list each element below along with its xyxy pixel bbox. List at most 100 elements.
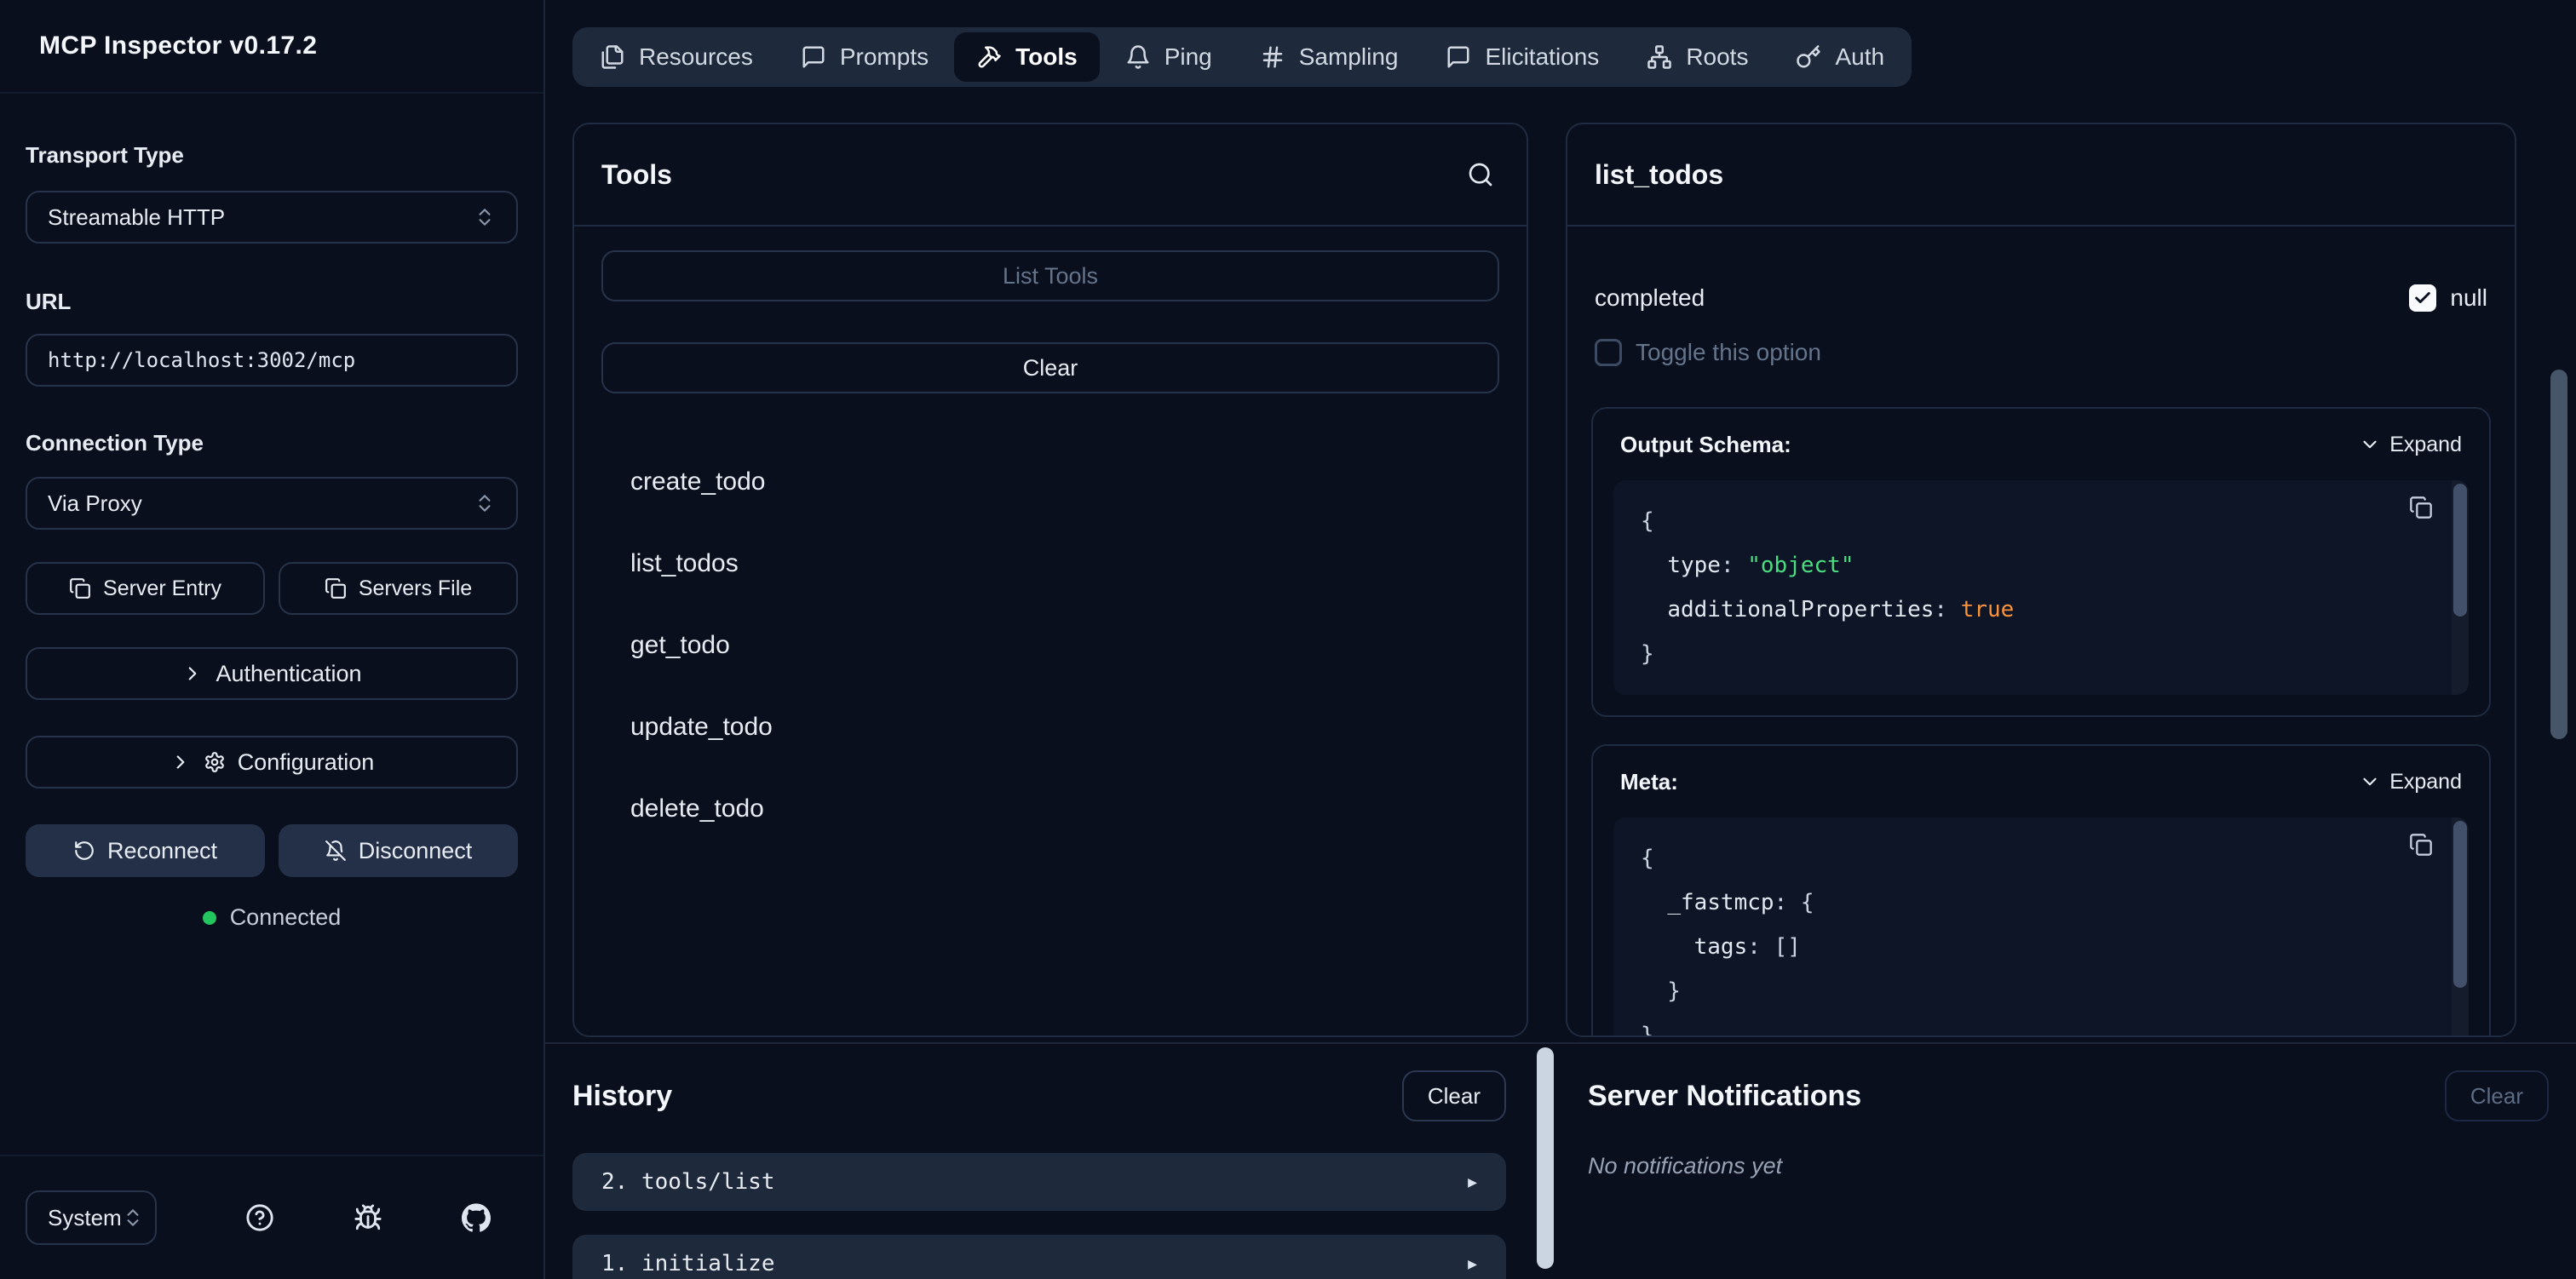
sidebar: MCP Inspector v0.17.2 Transport Type Str… xyxy=(0,0,545,1279)
configuration-button[interactable]: Configuration xyxy=(26,736,518,789)
connection-type-label: Connection Type xyxy=(26,429,518,456)
tool-detail-header: list_todos xyxy=(1567,124,2515,227)
code-scrollbar[interactable] xyxy=(2452,480,2469,695)
chevrons-up-down-icon xyxy=(122,1207,144,1229)
page-scrollbar[interactable] xyxy=(2550,0,2567,1279)
status-label: Connected xyxy=(230,904,342,931)
files-icon xyxy=(600,44,625,70)
transport-type-select[interactable]: Streamable HTTP xyxy=(26,191,518,244)
tab-sampling[interactable]: Sampling xyxy=(1238,32,1421,82)
chevron-right-icon xyxy=(181,662,204,685)
notifications-empty-text: No notifications yet xyxy=(1588,1153,1782,1179)
history-item-tools-list[interactable]: 2. tools/list ▶ xyxy=(572,1153,1506,1211)
hash-icon xyxy=(1260,44,1285,70)
tab-bar: Resources Prompts Tools Ping Sampling El… xyxy=(572,27,1912,87)
tool-item-update-todo[interactable]: update_todo xyxy=(601,697,1499,758)
clear-tools-button[interactable]: Clear xyxy=(601,342,1499,393)
page-scrollbar-thumb[interactable] xyxy=(2550,370,2567,739)
message-square-icon xyxy=(1446,44,1471,70)
notifications-title: Server Notifications xyxy=(1588,1080,1861,1113)
tab-label: Prompts xyxy=(840,43,929,71)
tools-panel-header: Tools xyxy=(574,124,1527,227)
tab-tools[interactable]: Tools xyxy=(954,32,1100,82)
reconnect-button[interactable]: Reconnect xyxy=(26,824,265,877)
configuration-label: Configuration xyxy=(238,749,375,776)
authentication-label: Authentication xyxy=(216,661,361,687)
key-icon xyxy=(1796,44,1821,70)
tab-roots[interactable]: Roots xyxy=(1624,32,1770,82)
disconnect-label: Disconnect xyxy=(359,838,473,864)
bell-off-icon xyxy=(325,840,347,862)
history-scrollbar-thumb[interactable] xyxy=(1537,1047,1554,1269)
search-button[interactable] xyxy=(1467,161,1494,188)
bug-report-button[interactable] xyxy=(354,1203,382,1232)
toggle-option-checkbox[interactable] xyxy=(1595,339,1622,366)
server-entry-button[interactable]: Server Entry xyxy=(26,562,265,615)
code-scrollbar[interactable] xyxy=(2452,817,2469,1037)
expand-label: Expand xyxy=(2389,770,2462,794)
meta-code-block: { _fastmcp: { tags: [] }} xyxy=(1613,817,2469,1037)
tool-detail-panel: list_todos completed null Toggle this op… xyxy=(1566,123,2516,1037)
tab-prompts[interactable]: Prompts xyxy=(779,32,951,82)
tool-item-delete-todo[interactable]: delete_todo xyxy=(601,778,1499,840)
null-checkbox[interactable] xyxy=(2409,284,2436,312)
history-scrollbar[interactable] xyxy=(1537,1047,1554,1277)
entry-buttons-row: Server Entry Servers File xyxy=(26,562,518,615)
tab-resources[interactable]: Resources xyxy=(578,32,775,82)
github-button[interactable] xyxy=(462,1203,491,1232)
copy-icon xyxy=(2409,496,2433,519)
history-item-initialize[interactable]: 1. initialize ▶ xyxy=(572,1235,1506,1279)
history-item-label: 2. tools/list xyxy=(601,1169,775,1195)
copy-icon xyxy=(2409,833,2433,857)
code-scrollbar-thumb[interactable] xyxy=(2453,821,2467,988)
history-clear-button[interactable]: Clear xyxy=(1402,1070,1506,1121)
meta-expand-toggle[interactable]: Expand xyxy=(2359,770,2462,794)
tab-auth[interactable]: Auth xyxy=(1774,32,1906,82)
output-schema-expand-toggle[interactable]: Expand xyxy=(2359,433,2462,457)
connection-type-select[interactable]: Via Proxy xyxy=(26,477,518,530)
network-icon xyxy=(1647,44,1672,70)
copy-button[interactable] xyxy=(2409,496,2433,525)
footer-icons xyxy=(245,1203,491,1232)
tools-panel: Tools List Tools Clear create_todo list_… xyxy=(572,123,1528,1037)
code-scrollbar-thumb[interactable] xyxy=(2453,484,2467,617)
mcp-inspector-app: MCP Inspector v0.17.2 Transport Type Str… xyxy=(0,0,2576,1279)
tool-detail-body: completed null Toggle this option Output… xyxy=(1567,281,2515,1037)
tools-panel-title: Tools xyxy=(601,159,672,191)
sidebar-footer: System xyxy=(0,1155,543,1279)
app-title: MCP Inspector v0.17.2 xyxy=(39,32,317,60)
tool-detail-title: list_todos xyxy=(1595,159,1723,191)
url-label: URL xyxy=(26,288,518,315)
output-schema-section: Output Schema: Expand { type: "object" a… xyxy=(1591,407,2491,717)
output-schema-code: { type: "object" additionalProperties: t… xyxy=(1613,480,2469,695)
bottom-region: History Clear 2. tools/list ▶ 1. initial… xyxy=(545,1042,2576,1279)
list-tools-button[interactable]: List Tools xyxy=(601,250,1499,301)
servers-file-button[interactable]: Servers File xyxy=(279,562,518,615)
tool-list: create_todo list_todos get_todo update_t… xyxy=(601,451,1499,840)
notifications-clear-button[interactable]: Clear xyxy=(2445,1070,2549,1121)
help-button[interactable] xyxy=(245,1203,274,1232)
copy-icon xyxy=(69,577,91,599)
notifications-header: Server Notifications Clear xyxy=(1588,1070,2549,1122)
tab-elicitations[interactable]: Elicitations xyxy=(1423,32,1621,82)
tool-item-create-todo[interactable]: create_todo xyxy=(601,451,1499,513)
transport-type-value: Streamable HTTP xyxy=(48,204,225,231)
tab-ping[interactable]: Ping xyxy=(1103,32,1234,82)
tab-label: Ping xyxy=(1164,43,1212,71)
output-schema-title: Output Schema: xyxy=(1620,432,1791,458)
history-title: History xyxy=(572,1080,672,1113)
tool-item-list-todos[interactable]: list_todos xyxy=(601,533,1499,594)
disconnect-button[interactable]: Disconnect xyxy=(279,824,518,877)
null-control: null xyxy=(2409,284,2487,312)
url-input[interactable] xyxy=(26,334,518,387)
status-dot xyxy=(203,911,216,925)
history-panel: History Clear 2. tools/list ▶ 1. initial… xyxy=(572,1044,1506,1279)
history-item-label: 1. initialize xyxy=(601,1251,775,1276)
tool-item-get-todo[interactable]: get_todo xyxy=(601,615,1499,676)
copy-button[interactable] xyxy=(2409,833,2433,863)
connection-type-value: Via Proxy xyxy=(48,490,142,517)
authentication-button[interactable]: Authentication xyxy=(26,647,518,700)
theme-select[interactable]: System xyxy=(26,1190,157,1245)
tab-label: Roots xyxy=(1686,43,1748,71)
param-name: completed xyxy=(1595,284,1705,312)
